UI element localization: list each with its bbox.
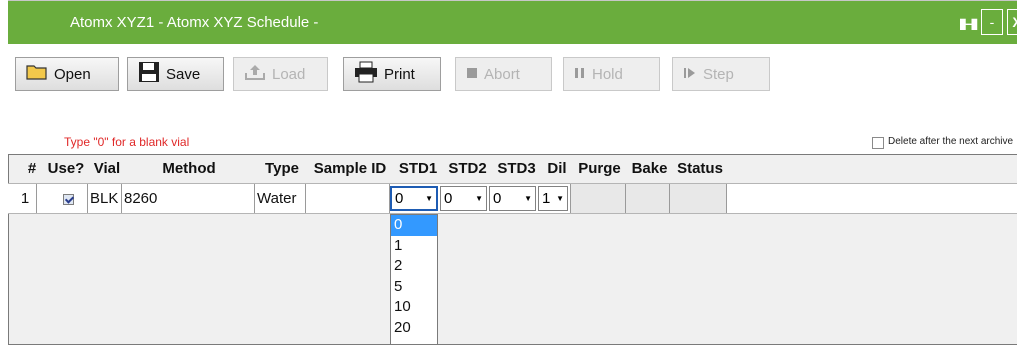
abort-label: Abort	[484, 65, 520, 83]
printer-icon	[354, 61, 378, 87]
column-header-purge: Purge	[578, 160, 621, 177]
save-label: Save	[166, 65, 201, 83]
chevron-down-icon: ▼	[425, 194, 433, 203]
delete-after-archive-label: Delete after the next archive	[888, 136, 1014, 147]
step-label: Step	[703, 65, 734, 83]
dil-value: 1	[542, 190, 551, 207]
purge-cell	[570, 184, 625, 213]
std1-dropdown-list[interactable]: 0 1 2 5 10 20	[390, 214, 438, 345]
std3-value: 0	[493, 190, 502, 207]
row-number: 1	[20, 190, 30, 207]
method-cell[interactable]: 8260	[124, 184, 252, 213]
column-header-use: Use?	[47, 160, 85, 177]
title-bar: Atomx XYZ1 - Atomx XYZ Schedule - ▮–▮ - …	[8, 0, 1017, 44]
table-row[interactable]: 1 BLK 8260 Water 0 ▼ 0 ▼ 0 ▼ 1 ▼	[8, 183, 1017, 214]
column-header-vial: Vial	[93, 160, 121, 177]
stop-icon	[466, 66, 478, 83]
dropdown-option[interactable]: 10	[391, 297, 437, 318]
close-button[interactable]: X	[1007, 9, 1017, 35]
type-cell[interactable]: Water	[257, 184, 305, 213]
pin-icon[interactable]: ▮–▮	[959, 15, 978, 32]
hold-label: Hold	[592, 65, 623, 83]
step-button[interactable]: Step	[672, 57, 770, 91]
std1-combobox[interactable]: 0 ▼	[390, 186, 438, 211]
chevron-down-icon: ▼	[475, 194, 483, 203]
minimize-button[interactable]: -	[981, 9, 1003, 35]
column-header-std2: STD2	[448, 160, 487, 177]
load-button[interactable]: Load	[233, 57, 328, 91]
vial-cell[interactable]: BLK	[90, 184, 122, 213]
blank-vial-hint: Type "0" for a blank vial	[64, 135, 190, 149]
window-title: Atomx XYZ1 - Atomx XYZ Schedule -	[70, 14, 319, 31]
print-label: Print	[384, 65, 415, 83]
folder-icon	[26, 63, 48, 85]
chevron-down-icon: ▼	[524, 194, 532, 203]
open-button[interactable]: Open	[15, 57, 119, 91]
column-header-sample-id: Sample ID	[313, 160, 387, 177]
std2-combobox[interactable]: 0 ▼	[440, 186, 487, 211]
pause-icon	[574, 66, 586, 83]
column-header-dil: Dil	[547, 160, 567, 177]
upload-icon	[244, 63, 266, 85]
column-header-std1: STD1	[398, 160, 438, 177]
status-cell	[669, 184, 726, 213]
floppy-disk-icon	[138, 61, 160, 87]
step-icon	[683, 66, 697, 83]
column-header-method: Method	[162, 160, 216, 177]
column-header-std3: STD3	[497, 160, 536, 177]
std1-value: 0	[395, 190, 404, 207]
std3-combobox[interactable]: 0 ▼	[489, 186, 536, 211]
dropdown-option[interactable]: 20	[391, 318, 437, 339]
save-button[interactable]: Save	[127, 57, 224, 91]
column-header-status: Status	[677, 160, 723, 177]
bake-cell	[625, 184, 669, 213]
chevron-down-icon: ▼	[556, 194, 564, 203]
dropdown-option[interactable]: 2	[391, 256, 437, 277]
abort-button[interactable]: Abort	[455, 57, 552, 91]
column-header-type: Type	[265, 160, 299, 177]
std2-value: 0	[444, 190, 453, 207]
delete-after-archive-checkbox[interactable]	[872, 137, 884, 149]
dropdown-option[interactable]: 5	[391, 277, 437, 298]
dropdown-option[interactable]: 0	[391, 215, 437, 236]
hold-button[interactable]: Hold	[563, 57, 660, 91]
print-button[interactable]: Print	[343, 57, 441, 91]
dil-combobox[interactable]: 1 ▼	[538, 186, 568, 211]
open-label: Open	[54, 65, 91, 83]
column-header-number: #	[27, 160, 37, 177]
sample-id-cell[interactable]	[308, 184, 388, 213]
use-checkbox[interactable]	[63, 194, 74, 205]
dropdown-option[interactable]: 1	[391, 236, 437, 257]
column-header-bake: Bake	[631, 160, 668, 177]
load-label: Load	[272, 65, 306, 83]
